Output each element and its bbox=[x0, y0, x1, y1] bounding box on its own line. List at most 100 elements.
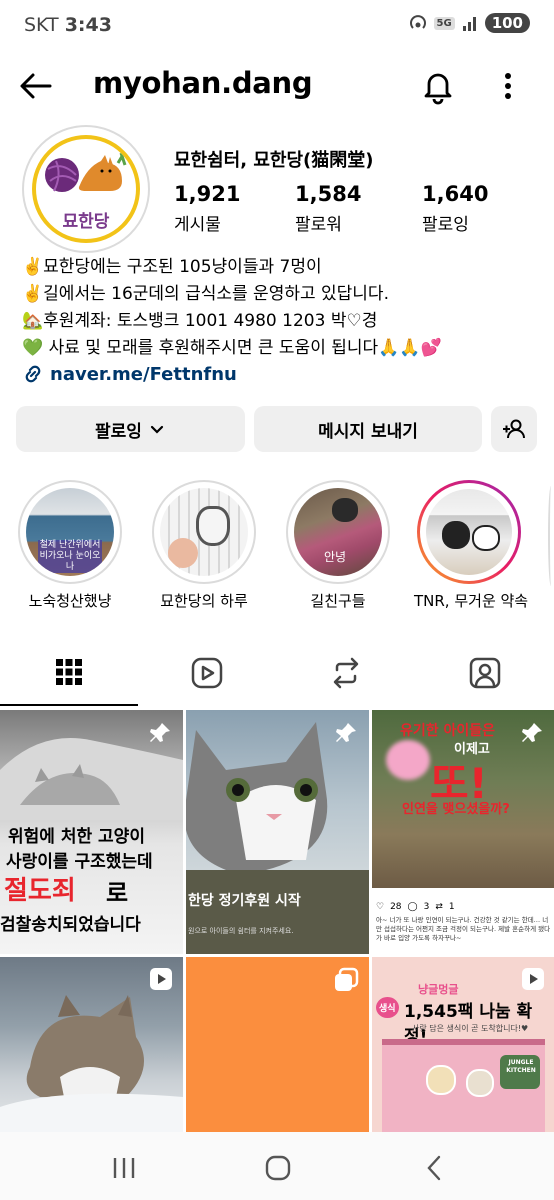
highlight-label: TNR, 무거운 약속 bbox=[414, 592, 529, 610]
post-text: 로 bbox=[106, 879, 129, 907]
pin-icon bbox=[522, 723, 542, 742]
highlight-overlay-text: 철제 난간위에서 비가오나 눈이오나 bbox=[38, 540, 102, 573]
post-1[interactable]: 한당 정기후원 시작 원으로 아이들의 쉼터를 지켜주세요. bbox=[186, 710, 369, 954]
highlight-ring: 철제 난간위에서 비가오나 눈이오나 bbox=[18, 480, 122, 584]
highlight-1[interactable]: 묘한당의 하루 bbox=[150, 480, 258, 611]
suggest-users-button[interactable] bbox=[491, 406, 537, 452]
status-carrier-time: SKT 3:43 bbox=[24, 14, 112, 36]
hotspot-icon bbox=[409, 15, 426, 29]
bio-line: 🏡후원계좌: 토스뱅크 1001 4980 1203 박♡경 bbox=[22, 311, 378, 331]
post-5[interactable]: 냥글멍글 1,545팩 나눔 확정! 생식 사랑 담은 생식이 곧 도착합니다!… bbox=[372, 957, 554, 1132]
notifications-button[interactable] bbox=[418, 66, 458, 106]
highlight-overlay-text: 안녕 bbox=[324, 550, 347, 564]
chevron-down-icon bbox=[150, 425, 164, 434]
highlight-image: 철제 난간위에서 비가오나 눈이오나 bbox=[26, 488, 114, 576]
profile-bio: ✌️묘한당에는 구조된 105냥이들과 7멍이 ✌️길에서는 16군데의 급식소… bbox=[22, 254, 542, 362]
repost-icon bbox=[333, 657, 359, 689]
home-button[interactable] bbox=[258, 1148, 298, 1188]
following-button-label: 팔로잉 bbox=[95, 421, 142, 442]
comment-count: 3 bbox=[423, 902, 430, 912]
avatar-logo: 묘한당 bbox=[32, 135, 140, 243]
post-subtitle: 원으로 아이들의 쉼터를 지켜주세요. bbox=[188, 927, 294, 935]
highlight-next-partial bbox=[548, 486, 554, 586]
profile-link-text: naver.me/Fettnfnu bbox=[50, 363, 237, 385]
carrier-label: SKT bbox=[24, 14, 59, 36]
yarn-ball-icon bbox=[45, 152, 127, 192]
message-button-label: 메시지 보내기 bbox=[318, 421, 418, 442]
post-text: 위험에 처한 고양이 bbox=[8, 827, 145, 847]
post-caption: 아~ 너가 또 나랑 인연이 되는구나. 건강한 것 같기는 한데… 너만 섭섭… bbox=[376, 916, 551, 942]
network-badge: 5G bbox=[433, 16, 455, 30]
message-button[interactable]: 메시지 보내기 bbox=[254, 406, 482, 452]
more-vertical-icon bbox=[505, 73, 511, 99]
chevron-left-icon bbox=[427, 1155, 441, 1181]
stat-followers-value: 1,584 bbox=[295, 182, 362, 206]
highlight-3[interactable]: TNR, 무거운 약속 bbox=[414, 480, 529, 611]
tab-grid[interactable] bbox=[0, 640, 138, 706]
stat-posts-value: 1,921 bbox=[174, 182, 241, 206]
repost-icon: ⇄ bbox=[435, 902, 443, 912]
reel-icon bbox=[150, 968, 172, 990]
arrow-left-icon bbox=[20, 73, 52, 99]
post-title: 한당 정기후원 시작 bbox=[188, 893, 301, 909]
profile-header: myohan.dang bbox=[0, 56, 554, 116]
post-text: 유기한 아이들은 bbox=[400, 723, 496, 739]
tab-tagged[interactable] bbox=[416, 640, 554, 706]
back-button[interactable] bbox=[16, 66, 56, 106]
stat-posts[interactable]: 1,921 게시물 bbox=[174, 182, 240, 235]
highlight-label: 길친구들 bbox=[310, 592, 366, 610]
post-meta-row: ♡ 28 ◯ 3 ⇄ 1 bbox=[376, 902, 455, 912]
profile-username: myohan.dang bbox=[93, 66, 313, 100]
comment-icon: ◯ bbox=[407, 902, 418, 912]
reels-play-icon bbox=[191, 657, 223, 689]
bio-line: 💚 사료 및 모래를 후원해주시면 큰 도움이 됩니다🙏🙏💕 bbox=[22, 338, 442, 358]
battery-indicator: 100 bbox=[484, 13, 530, 33]
highlight-2[interactable]: 안녕 길친구들 bbox=[284, 480, 392, 611]
highlight-label: 묘한당의 하루 bbox=[160, 592, 248, 610]
link-icon bbox=[25, 365, 41, 383]
post-text: 인연을 맺으셨을까? bbox=[402, 802, 510, 817]
highlight-ring bbox=[417, 480, 521, 584]
post-4[interactable] bbox=[186, 957, 369, 1132]
pin-icon bbox=[336, 723, 356, 742]
post-2[interactable]: 유기한 아이들은 이제고 또! 인연을 맺으셨을까? ♡ 28 ◯ 3 ⇄ 1 아~ … bbox=[372, 710, 554, 954]
highlight-image: 안녕 bbox=[294, 488, 382, 576]
stat-posts-label: 게시물 bbox=[174, 215, 221, 235]
following-button[interactable]: 팔로잉 bbox=[16, 406, 245, 452]
highlight-ring bbox=[152, 480, 256, 584]
highlight-0[interactable]: 철제 난간위에서 비가오나 눈이오나 노숙청산했냥 bbox=[16, 480, 124, 611]
heart-icon: ♡ bbox=[376, 902, 385, 912]
highlight-ring: 안녕 bbox=[286, 480, 390, 584]
reel-icon bbox=[522, 968, 544, 990]
stat-following[interactable]: 1,640 팔로잉 bbox=[422, 182, 488, 235]
add-person-icon bbox=[503, 419, 525, 439]
home-icon bbox=[265, 1155, 291, 1181]
tagged-person-icon bbox=[469, 657, 501, 689]
post-text-highlight: 절도죄 bbox=[4, 876, 76, 906]
tab-reposts[interactable] bbox=[277, 640, 415, 706]
carousel-icon bbox=[335, 967, 359, 991]
shop-sign: JUNGLE KITCHEN bbox=[506, 1059, 536, 1074]
tab-reels[interactable] bbox=[138, 640, 276, 706]
system-navigation-bar bbox=[0, 1132, 554, 1200]
post-0[interactable]: 위험에 처한 고양이 사랑이를 구조했는데 절도죄 로 검찰송치되었습니다 bbox=[0, 710, 183, 954]
post-text: 사랑이를 구조했는데 bbox=[6, 852, 153, 872]
post-3[interactable] bbox=[0, 957, 183, 1132]
recent-apps-button[interactable] bbox=[104, 1148, 144, 1188]
stat-followers[interactable]: 1,584 팔로워 bbox=[295, 182, 361, 235]
post-text: 검찰송치되었습니다 bbox=[0, 915, 141, 935]
highlight-label: 노숙청산했냥 bbox=[28, 592, 112, 610]
profile-avatar[interactable]: 묘한당 bbox=[22, 125, 150, 253]
more-options-button[interactable] bbox=[490, 66, 526, 106]
status-bar: SKT 3:43 5G 100 bbox=[0, 0, 554, 52]
post-subtitle: 사랑 담은 생식이 곧 도착합니다!♥ bbox=[412, 1024, 529, 1033]
status-icons: 5G 100 bbox=[408, 13, 530, 33]
signal-icon bbox=[462, 17, 476, 31]
highlight-image bbox=[160, 488, 248, 576]
profile-link[interactable]: naver.me/Fettnfnu bbox=[22, 363, 237, 385]
bio-line: ✌️길에서는 16군데의 급식소를 운영하고 있답니다. bbox=[22, 284, 389, 304]
system-back-button[interactable] bbox=[414, 1148, 454, 1188]
repost-count: 1 bbox=[448, 902, 455, 912]
post-badge: 생식 bbox=[376, 997, 399, 1018]
stat-following-value: 1,640 bbox=[422, 182, 489, 206]
